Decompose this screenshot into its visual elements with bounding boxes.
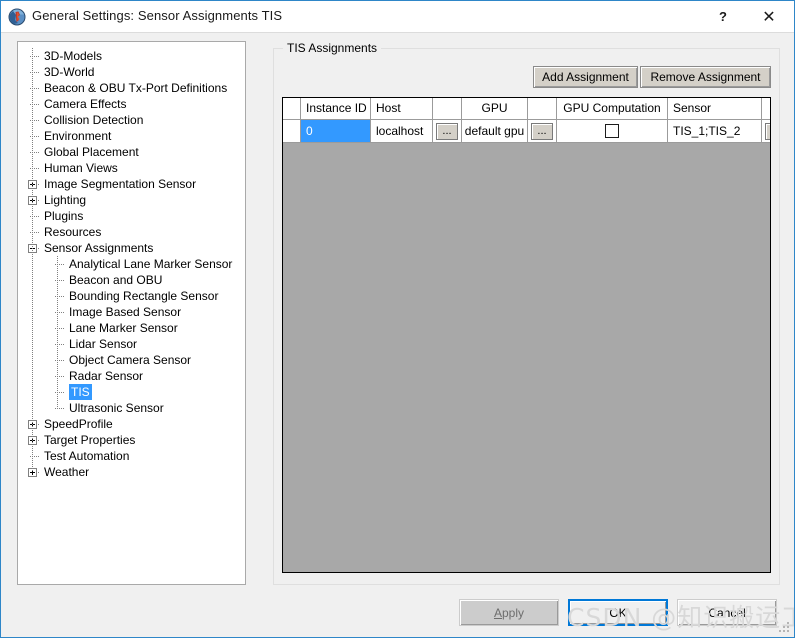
tree-item-label: Beacon and OBU xyxy=(69,273,163,287)
settings-tree[interactable]: 3D-Models 3D-World Beacon & OBU Tx-Port De… xyxy=(17,41,246,585)
tree-item-3d-models[interactable]: 3D-Models xyxy=(18,48,245,64)
tree-item-label: Test Automation xyxy=(44,449,130,463)
tree-item-label: Weather xyxy=(44,465,90,479)
tree-item-sensor-assignments[interactable]: Sensor Assignments xyxy=(18,240,245,256)
cell-gpu[interactable]: default gpu xyxy=(462,120,528,142)
tree-item-test-automation[interactable]: Test Automation xyxy=(18,448,245,464)
tree-item-label: Bounding Rectangle Sensor xyxy=(69,289,219,303)
column-header-host[interactable]: Host xyxy=(371,98,433,119)
tree-item-label: Image Based Sensor xyxy=(69,305,182,319)
cell-gpu-computation[interactable] xyxy=(557,120,668,142)
tree-item-label: Lane Marker Sensor xyxy=(69,321,178,335)
cancel-button[interactable]: Cancel xyxy=(677,599,777,626)
column-header-sensor[interactable]: Sensor xyxy=(668,98,762,119)
window-title: General Settings: Sensor Assignments TIS xyxy=(32,8,283,23)
tree-item-weather[interactable]: Weather xyxy=(18,464,245,480)
assignments-table[interactable]: Instance ID Host GPU GPU Computation Sensor … xyxy=(282,97,771,573)
tree-item-label: Human Views xyxy=(44,161,118,175)
resize-grip[interactable] xyxy=(779,622,791,634)
table-header-row: Instance ID Host GPU GPU Computation Sensor xyxy=(283,98,770,120)
tree-item-label: Sensor Assignments xyxy=(44,241,154,255)
tree-item-label: TIS xyxy=(69,384,92,400)
cell-instance-id[interactable]: 0 xyxy=(301,120,371,142)
ok-button[interactable]: OK xyxy=(568,599,668,626)
tree-item-label: Plugins xyxy=(44,209,84,223)
tree-item-ultrasonic-sensor[interactable]: Ultrasonic Sensor xyxy=(18,400,245,416)
cell-sensor-browse[interactable]: ... xyxy=(762,120,770,142)
column-header[interactable] xyxy=(283,98,301,119)
sensor-browse-button[interactable]: ... xyxy=(765,123,770,140)
tree-item-label: Camera Effects xyxy=(44,97,127,111)
row-selector-cell[interactable] xyxy=(283,120,301,142)
tree-item-label: Analytical Lane Marker Sensor xyxy=(69,257,233,271)
tree-item-object-camera-sensor[interactable]: Object Camera Sensor xyxy=(18,352,245,368)
cell-host-browse[interactable]: ... xyxy=(433,120,462,142)
tree-item-tis[interactable]: TIS xyxy=(18,384,245,400)
apply-button[interactable]: Apply xyxy=(459,599,559,626)
host-browse-button[interactable]: ... xyxy=(436,123,458,140)
tree-item-global-placement[interactable]: Global Placement xyxy=(18,144,245,160)
tree-item-label: Lidar Sensor xyxy=(69,337,138,351)
tree-item-beacon-obu-tx-port-definitions[interactable]: Beacon & OBU Tx-Port Definitions xyxy=(18,80,245,96)
column-header[interactable] xyxy=(433,98,462,119)
tree-item-human-views[interactable]: Human Views xyxy=(18,160,245,176)
tree-item-collision-detection[interactable]: Collision Detection xyxy=(18,112,245,128)
tree-guide-line xyxy=(32,48,33,472)
table-row[interactable]: 0localhost...default gpu...TIS_1;TIS_2..… xyxy=(283,120,770,143)
tree-item-3d-world[interactable]: 3D-World xyxy=(18,64,245,80)
cell-host[interactable]: localhost xyxy=(371,120,433,142)
tree-item-camera-effects[interactable]: Camera Effects xyxy=(18,96,245,112)
tree-item-resources[interactable]: Resources xyxy=(18,224,245,240)
column-header[interactable] xyxy=(762,98,770,119)
tree-guide-line xyxy=(57,256,58,408)
tree-item-target-properties[interactable]: Target Properties xyxy=(18,432,245,448)
tree-item-label: Collision Detection xyxy=(44,113,144,127)
tree-item-label: 3D-Models xyxy=(44,49,103,63)
tree-item-image-based-sensor[interactable]: Image Based Sensor xyxy=(18,304,245,320)
tree-item-image-segmentation-sensor[interactable]: Image Segmentation Sensor xyxy=(18,176,245,192)
settings-dialog-window: General Settings: Sensor Assignments TIS… xyxy=(0,0,795,638)
tree-item-beacon-and-obu[interactable]: Beacon and OBU xyxy=(18,272,245,288)
column-header-instance-id[interactable]: Instance ID xyxy=(301,98,371,119)
help-button[interactable]: ? xyxy=(700,1,746,32)
tree-item-analytical-lane-marker-sensor[interactable]: Analytical Lane Marker Sensor xyxy=(18,256,245,272)
tree-item-label: Resources xyxy=(44,225,102,239)
tree-item-label: Object Camera Sensor xyxy=(69,353,192,367)
tree-item-label: 3D-World xyxy=(44,65,95,79)
tree-item-label: Beacon & OBU Tx-Port Definitions xyxy=(44,81,228,95)
tree-item-lighting[interactable]: Lighting xyxy=(18,192,245,208)
tree-item-label: Target Properties xyxy=(44,433,136,447)
tree-item-label: SpeedProfile xyxy=(44,417,113,431)
apply-button-label: Apply xyxy=(493,605,525,620)
column-header-gpu-computation[interactable]: GPU Computation xyxy=(557,98,668,119)
title-bar: General Settings: Sensor Assignments TIS… xyxy=(1,1,794,33)
column-header-gpu[interactable]: GPU xyxy=(462,98,528,119)
groupbox-title: TIS Assignments xyxy=(283,41,382,55)
tree-item-label: Global Placement xyxy=(44,145,139,159)
tree-item-radar-sensor[interactable]: Radar Sensor xyxy=(18,368,245,384)
column-header[interactable] xyxy=(528,98,557,119)
tree-item-bounding-rectangle-sensor[interactable]: Bounding Rectangle Sensor xyxy=(18,288,245,304)
tree-item-lidar-sensor[interactable]: Lidar Sensor xyxy=(18,336,245,352)
cell-gpu-browse[interactable]: ... xyxy=(528,120,557,142)
gpu-computation-checkbox[interactable] xyxy=(605,124,619,138)
tree-item-label: Lighting xyxy=(44,193,87,207)
cell-sensor[interactable]: TIS_1;TIS_2 xyxy=(668,120,762,142)
add-assignment-button[interactable]: Add Assignment xyxy=(533,66,638,88)
gpu-browse-button[interactable]: ... xyxy=(531,123,553,140)
tree-connector xyxy=(55,408,64,409)
close-button[interactable]: ✕ xyxy=(746,1,792,32)
tree-item-label: Radar Sensor xyxy=(69,369,144,383)
tree-item-label: Image Segmentation Sensor xyxy=(44,177,197,191)
remove-assignment-button[interactable]: Remove Assignment xyxy=(640,66,771,88)
tree-item-environment[interactable]: Environment xyxy=(18,128,245,144)
tree-item-speedprofile[interactable]: SpeedProfile xyxy=(18,416,245,432)
globe-icon xyxy=(8,8,26,26)
tree-item-plugins[interactable]: Plugins xyxy=(18,208,245,224)
tree-item-label: Environment xyxy=(44,129,112,143)
tree-item-lane-marker-sensor[interactable]: Lane Marker Sensor xyxy=(18,320,245,336)
tree-item-label: Ultrasonic Sensor xyxy=(69,401,164,415)
